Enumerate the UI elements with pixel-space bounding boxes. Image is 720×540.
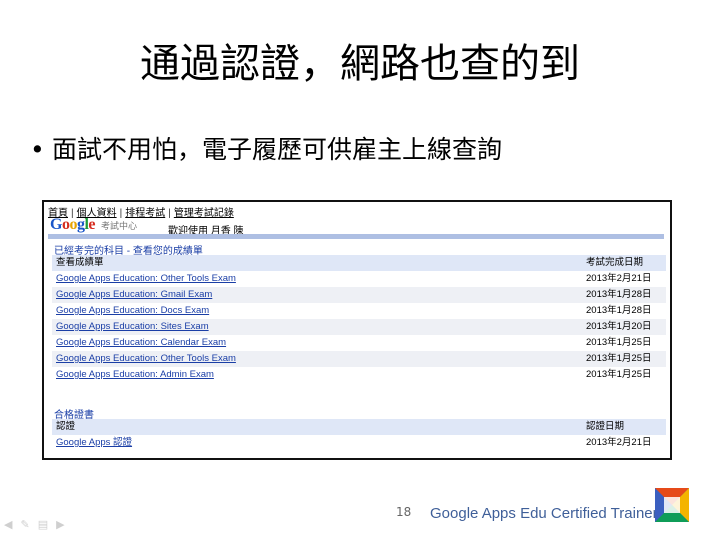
header-certification-date: 認證日期 (586, 421, 625, 432)
page-number: 18 (396, 505, 412, 519)
menu-icon[interactable]: ▤ (38, 518, 48, 531)
next-arrow-icon[interactable]: ▶ (56, 518, 64, 531)
exam-link[interactable]: Google Apps Education: Calendar Exam (56, 335, 226, 351)
table-row: Google Apps Education: Calendar Exam 2013… (52, 335, 666, 351)
table-row: Google Apps Education: Gmail Exam 2013年1月… (52, 287, 666, 303)
table-row: Google Apps Education: Other Tools Exam 2… (52, 271, 666, 287)
table-row: Google Apps 認證 2013年2月21日 (52, 435, 666, 451)
certificates-table: 認證 認證日期 Google Apps 認證 2013年2月21日 (52, 419, 666, 451)
header-divider (48, 234, 664, 239)
exam-date: 2013年1月20日 (586, 321, 652, 332)
exam-link[interactable]: Google Apps Education: Admin Exam (56, 367, 214, 383)
certification-portal-screenshot: 首頁 | 個人資料 | 排程考試 | 管理考試記錄 Google 考試中心 歡迎使用 月香 陳… (42, 200, 672, 460)
google-logo: Google (50, 216, 96, 233)
pen-icon[interactable]: ✎ (20, 518, 29, 531)
table-row: Google Apps Education: Admin Exam 2013年1月… (52, 367, 666, 383)
header-transcript: 查看成績單 (56, 257, 104, 268)
completed-exams-table: 查看成績單 考試完成日期 Google Apps Education: Othe… (52, 255, 666, 383)
exam-link[interactable]: Google Apps Education: Sites Exam (56, 319, 209, 335)
header-certification: 認證 (56, 421, 76, 432)
previous-arrow-icon[interactable]: ◀ (4, 518, 12, 531)
exam-date: 2013年1月28日 (586, 289, 652, 300)
table-row: Google Apps Education: Sites Exam 2013年1月… (52, 319, 666, 335)
exam-date: 2013年1月25日 (586, 353, 652, 364)
exam-link[interactable]: Google Apps Education: Other Tools Exam (56, 271, 236, 287)
exam-link[interactable]: Google Apps Education: Gmail Exam (56, 287, 212, 303)
portal-header: Google 考試中心 歡迎使用 月香 陳 (50, 216, 666, 237)
bullet-dot-icon: • (30, 135, 45, 164)
google-apps-logo-icon (655, 488, 689, 522)
exam-date: 2013年1月25日 (586, 337, 652, 348)
slide-title: 通過認證，網路也查的到 (140, 41, 580, 87)
table-row: Google Apps Education: Other Tools Exam 2… (52, 351, 666, 367)
exam-link[interactable]: Google Apps Education: Other Tools Exam (56, 351, 236, 367)
slideshow-controls: ◀ ✎ ▤ ▶ (4, 518, 73, 531)
logo-subtitle: 考試中心 (101, 221, 138, 231)
table-header-row: 認證 認證日期 (52, 419, 666, 435)
table-header-row: 查看成績單 考試完成日期 (52, 255, 666, 271)
exam-date: 2013年1月28日 (586, 305, 652, 316)
header-completion-date: 考試完成日期 (586, 257, 644, 268)
table-row: Google Apps Education: Docs Exam 2013年1月2… (52, 303, 666, 319)
bullet-point: • 面試不用怕，電子履歷可供雇主上線查詢 (30, 132, 502, 168)
bullet-text: 面試不用怕，電子履歷可供雇主上線查詢 (52, 135, 503, 164)
certificate-link[interactable]: Google Apps 認證 (56, 435, 132, 451)
exam-date: 2013年2月21日 (586, 273, 652, 284)
footer-brand: Google Apps Edu Certified Trainer (430, 505, 658, 522)
certificate-date: 2013年2月21日 (586, 437, 652, 448)
exam-date: 2013年1月25日 (586, 369, 652, 380)
exam-link[interactable]: Google Apps Education: Docs Exam (56, 303, 209, 319)
